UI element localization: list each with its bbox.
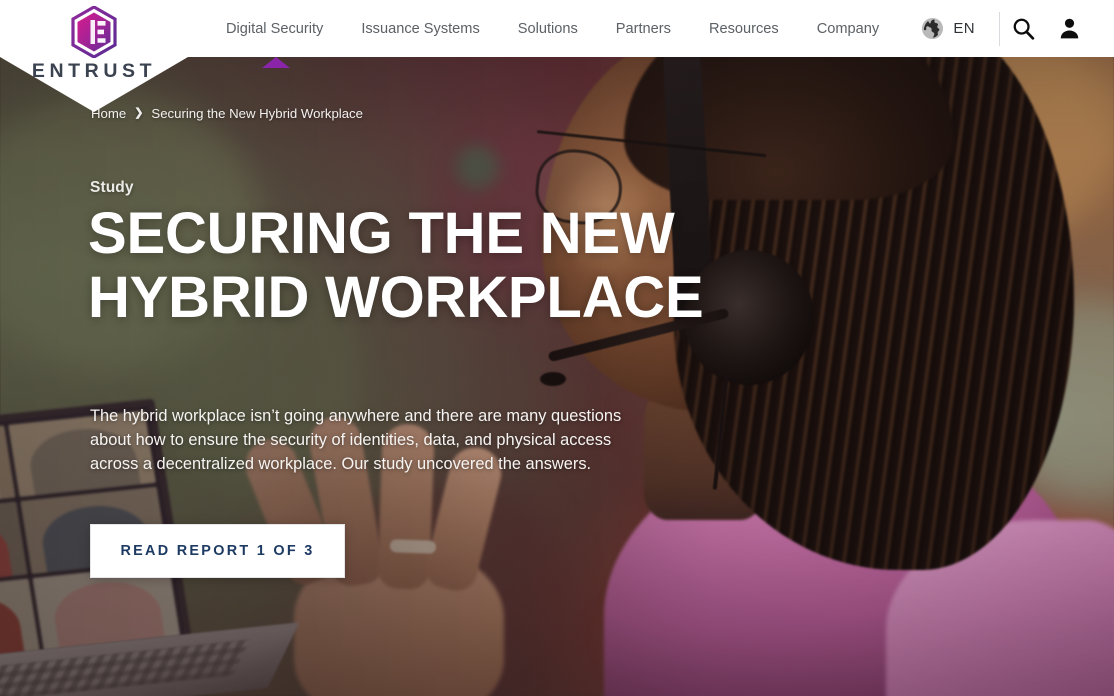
read-report-button-label: Read Report 1 of 3 (120, 543, 315, 559)
nav-item-issuance-systems[interactable]: Issuance Systems (342, 0, 498, 57)
globe-icon (922, 17, 944, 40)
entrust-wordmark: ENTRUST (31, 60, 157, 82)
language-selector[interactable]: EN (921, 17, 999, 40)
nav-item-label: Digital Security (226, 20, 324, 37)
nav-item-label: Issuance Systems (361, 20, 480, 37)
active-nav-caret-icon (262, 57, 291, 68)
language-code-label: EN (953, 20, 975, 37)
nav-item-resources[interactable]: Resources (690, 0, 798, 57)
entrust-logo-link[interactable]: ENTRUST (0, 0, 188, 112)
nav-item-label: Resources (708, 20, 779, 37)
user-account-icon (1060, 18, 1078, 39)
main-navigation: Digital Security Issuance Systems Soluti… (210, 0, 898, 68)
search-icon (1013, 18, 1034, 40)
nav-item-label: Partners (615, 20, 671, 37)
header-utility-bar: EN (921, 0, 1092, 57)
hero-description: The hybrid workplace isn’t going anywher… (90, 407, 622, 473)
search-button[interactable] (1000, 0, 1046, 57)
nav-item-solutions[interactable]: Solutions (499, 0, 597, 57)
nav-item-partners[interactable]: Partners (597, 0, 690, 57)
nav-item-digital-security[interactable]: Digital Security (210, 0, 342, 68)
entrust-hexagon-logo-icon (71, 6, 117, 58)
account-button[interactable] (1046, 0, 1092, 57)
nav-item-label: Solutions (517, 20, 578, 37)
nav-item-label: Company (816, 20, 880, 37)
page-root: ENTRUST Digital Security Issuance System… (0, 0, 1114, 696)
page-title: Securing the New Hybrid Workplace (88, 201, 704, 330)
hero-eyebrow-label: Study (90, 179, 134, 196)
nav-item-company[interactable]: Company (798, 0, 898, 57)
read-report-button[interactable]: Read Report 1 of 3 (90, 524, 345, 578)
